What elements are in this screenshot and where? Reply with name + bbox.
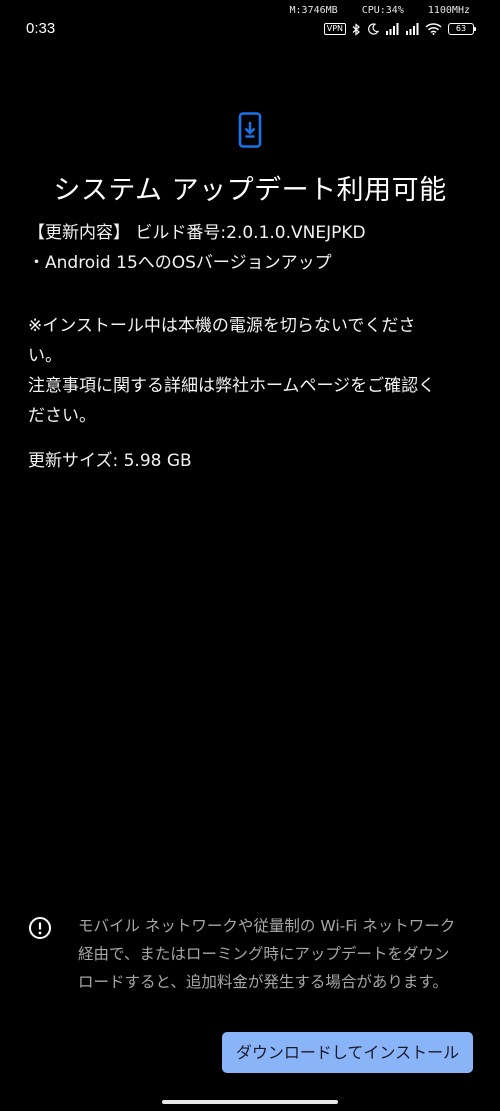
warning-line-1: モバイル ネットワークや従量制の Wi-Fi ネットワーク <box>78 917 456 935</box>
data-charge-warning: モバイル ネットワークや従量制の Wi-Fi ネットワーク 経由で、またはローミ… <box>28 912 472 996</box>
download-install-button[interactable]: ダウンロードしてインストール <box>222 1032 473 1073</box>
battery-icon: 63 <box>448 23 476 35</box>
status-icons: VPN 63 <box>323 22 476 36</box>
warning-line-2: 経由で、またはローミング時にアップデートをダウン <box>78 945 450 963</box>
status-time: 0:33 <box>26 20 56 37</box>
signal-icon-sim2 <box>406 23 419 35</box>
gesture-nav-handle[interactable] <box>162 1100 338 1104</box>
frequency-readout: 1100MHz <box>427 5 470 16</box>
update-size: 更新サイズ: 5.98 GB <box>28 451 192 471</box>
phone-download-icon <box>238 112 262 148</box>
signal-icon-sim1 <box>386 23 399 35</box>
note-line-2: い。 <box>28 346 62 366</box>
page-title: システム アップデート利用可能 <box>53 175 447 206</box>
vpn-icon: VPN <box>323 23 346 35</box>
update-details: 【更新内容】 ビルド番号:2.0.1.0.VNEJPKD ・Android 15… <box>28 218 472 278</box>
note-line-3: 注意事項に関する詳細は弊社ホームページをご確認く <box>28 376 436 396</box>
note-line-4: ださい。 <box>28 406 96 426</box>
info-alert-icon <box>29 917 51 939</box>
install-notes: ※インストール中は本機の電源を切らないでくださ い。 注意事項に関する詳細は弊社… <box>28 311 472 431</box>
bluetooth-icon <box>352 22 360 36</box>
system-update-screen: 0:33 M:3746MB CPU:34% 1100MHz VPN 63 システ… <box>0 0 500 1111</box>
warning-line-3: ロードすると、追加料金が発生する場合があります。 <box>78 973 448 991</box>
note-line-1: ※インストール中は本機の電源を切らないでくださ <box>28 316 416 336</box>
build-number-text: 【更新内容】 ビルド番号:2.0.1.0.VNEJPKD <box>28 223 366 243</box>
status-bar: 0:33 M:3746MB CPU:34% 1100MHz VPN 63 <box>0 0 500 48</box>
cpu-readout: CPU:34% <box>361 5 404 16</box>
os-upgrade-text: ・Android 15へのOSバージョンアップ <box>28 253 332 273</box>
perf-overlay: M:3746MB CPU:34% 1100MHz <box>290 5 470 16</box>
warning-text: モバイル ネットワークや従量制の Wi-Fi ネットワーク 経由で、またはローミ… <box>78 912 455 996</box>
wifi-icon <box>425 23 442 35</box>
moon-icon <box>368 23 379 35</box>
memory-readout: M:3746MB <box>289 5 338 16</box>
